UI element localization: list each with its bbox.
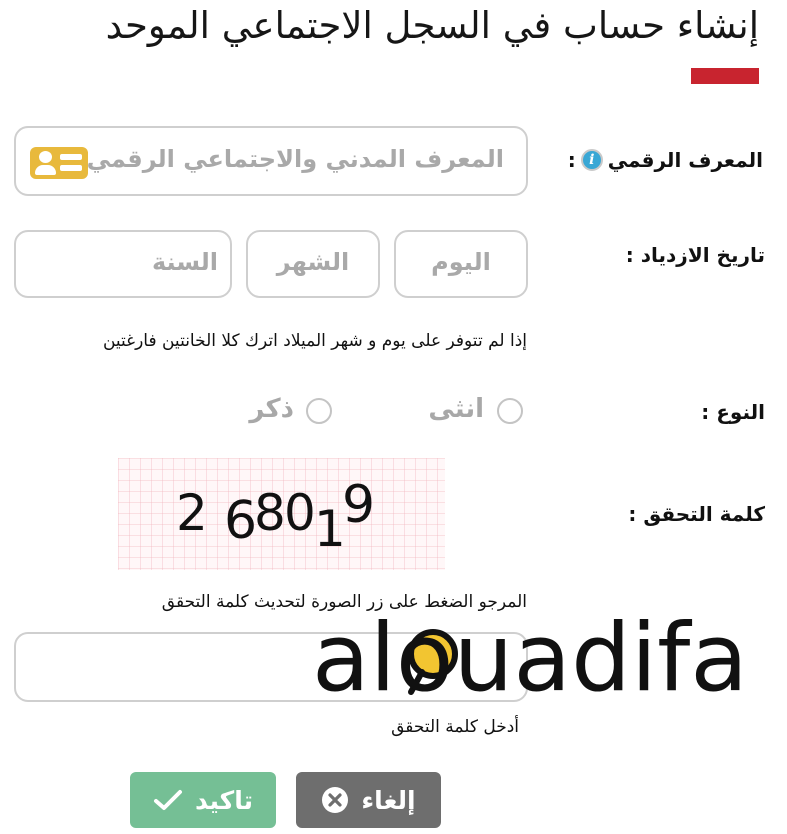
captcha-input-hint: أدخل كلمة التحقق bbox=[391, 717, 519, 737]
digital-id-label: المعرف الرقمي i : bbox=[568, 148, 763, 172]
gender-radio-female[interactable] bbox=[497, 398, 523, 424]
title-underline-bar bbox=[691, 68, 759, 84]
birth-month-placeholder: الشهر bbox=[276, 248, 350, 276]
cancel-button[interactable]: إلغاء bbox=[296, 772, 441, 828]
captcha-label: كلمة التحقق : bbox=[628, 502, 765, 526]
close-circle-icon bbox=[322, 787, 349, 813]
captcha-digit: 8 bbox=[254, 484, 286, 542]
check-icon bbox=[154, 790, 183, 810]
captcha-refresh-hint: المرجو الضغط على زر الصورة لتحديث كلمة ا… bbox=[161, 592, 527, 612]
captcha-digit: 6 bbox=[224, 491, 257, 551]
digital-id-placeholder: المعرف المدني والاجتماعي الرقمي bbox=[86, 145, 504, 173]
birth-year-placeholder: السنة bbox=[151, 248, 218, 276]
captcha-image[interactable]: 2 68019 bbox=[118, 458, 445, 570]
gender-radio-male[interactable] bbox=[306, 398, 332, 424]
gender-label: النوع : bbox=[701, 400, 765, 424]
birth-day-placeholder: اليوم bbox=[431, 248, 491, 276]
captcha-digit: 2 bbox=[176, 484, 208, 542]
digital-id-input[interactable]: المعرف المدني والاجتماعي الرقمي bbox=[14, 126, 528, 196]
digital-id-label-text: المعرف الرقمي bbox=[607, 148, 763, 172]
id-card-icon bbox=[30, 147, 88, 179]
captcha-digit: 0 bbox=[284, 484, 316, 542]
watermark-logo: alouadifa bbox=[312, 612, 748, 712]
birth-day-input[interactable]: اليوم bbox=[394, 230, 528, 298]
watermark-text: alouadifa bbox=[312, 612, 748, 712]
confirm-button[interactable]: تاكيد bbox=[130, 772, 276, 828]
birth-month-input[interactable]: الشهر bbox=[246, 230, 380, 298]
birth-date-hint: إذا لم تتوفر على يوم و شهر الميلاد اترك … bbox=[102, 331, 527, 351]
gender-option-female: انثى bbox=[428, 394, 484, 424]
page-title: إنشاء حساب في السجل الاجتماعي الموحد bbox=[105, 4, 759, 47]
cancel-button-label: إلغاء bbox=[361, 785, 416, 815]
gender-option-male: ذكر bbox=[249, 394, 294, 424]
captcha-digit: 9 bbox=[342, 475, 375, 535]
confirm-button-label: تاكيد bbox=[195, 785, 253, 815]
info-icon[interactable]: i bbox=[580, 149, 603, 171]
birth-year-input[interactable]: السنة bbox=[14, 230, 232, 298]
birth-date-label: تاريخ الازدياد : bbox=[625, 243, 765, 267]
digital-id-colon: : bbox=[567, 148, 576, 172]
